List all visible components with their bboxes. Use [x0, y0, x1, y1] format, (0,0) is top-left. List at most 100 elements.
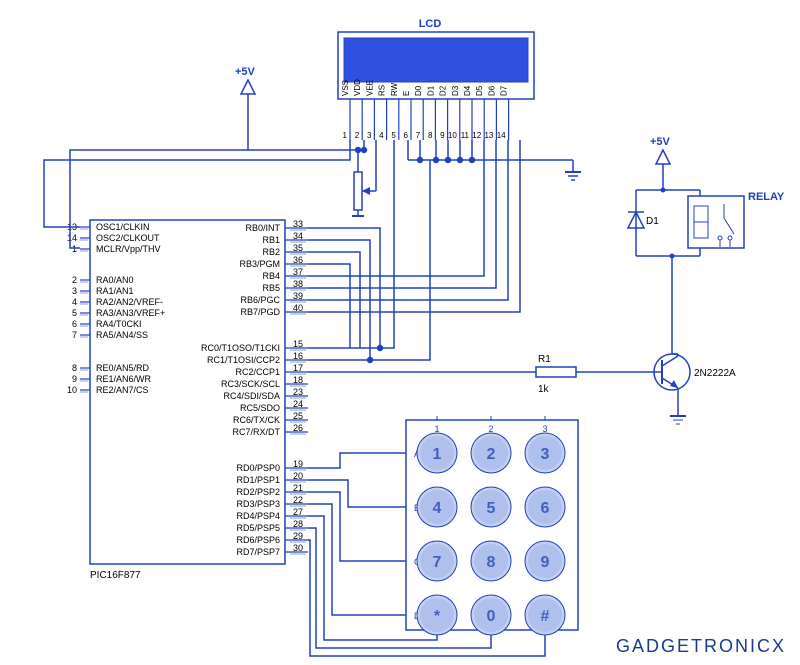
keypad-key: 7: [433, 554, 442, 571]
svg-text:D2: D2: [439, 85, 448, 96]
svg-text:RE1/AN6/WR: RE1/AN6/WR: [96, 374, 152, 384]
svg-text:RS: RS: [378, 85, 387, 96]
svg-text:RA2/AN2/VREF-: RA2/AN2/VREF-: [96, 297, 163, 307]
svg-text:RD4/PSP4: RD4/PSP4: [236, 511, 280, 521]
svg-text:3: 3: [367, 131, 372, 140]
power-label-left: +5V: [235, 66, 256, 78]
power-5v-left: +5V: [235, 66, 256, 150]
svg-text:37: 37: [293, 267, 303, 277]
svg-text:RD1/PSP1: RD1/PSP1: [236, 475, 280, 485]
svg-text:24: 24: [293, 399, 303, 409]
svg-text:20: 20: [293, 471, 303, 481]
d1-label: D1: [646, 216, 659, 227]
keypad-key: *: [434, 608, 441, 625]
diode-d1: D1: [628, 194, 659, 250]
transistor-label: 2N2222A: [694, 368, 736, 379]
brand-label: GADGETRONICX: [616, 636, 786, 656]
svg-text:RC5/SDO: RC5/SDO: [240, 403, 280, 413]
svg-text:30: 30: [293, 543, 303, 553]
svg-text:RE2/AN7/CS: RE2/AN7/CS: [96, 385, 149, 395]
svg-text:D1: D1: [426, 85, 435, 96]
svg-text:12: 12: [472, 131, 481, 140]
svg-text:8: 8: [428, 131, 433, 140]
svg-text:RD5/PSP5: RD5/PSP5: [236, 523, 280, 533]
svg-text:7: 7: [72, 330, 77, 340]
circuit-diagram: LCD VSS1VDD2VEE3RS4RW5E6D07D18D29D310D41…: [0, 0, 800, 665]
keypad-key: 2: [487, 446, 496, 463]
svg-text:RC4/SDI/SDA: RC4/SDI/SDA: [223, 391, 280, 401]
svg-text:VEE: VEE: [365, 80, 374, 96]
svg-text:4: 4: [72, 297, 77, 307]
svg-text:10: 10: [67, 385, 77, 395]
r1-value: 1k: [538, 384, 550, 395]
svg-text:40: 40: [293, 303, 303, 313]
svg-text:D7: D7: [500, 85, 509, 96]
keypad-key: 3: [541, 446, 550, 463]
svg-text:5: 5: [391, 131, 396, 140]
svg-text:6: 6: [404, 131, 409, 140]
svg-text:E: E: [402, 91, 411, 96]
keypad-key: 8: [487, 554, 496, 571]
svg-text:4: 4: [379, 131, 384, 140]
svg-text:14: 14: [497, 131, 506, 140]
svg-text:RA1/AN1: RA1/AN1: [96, 286, 134, 296]
svg-text:RB7/PGD: RB7/PGD: [240, 307, 280, 317]
svg-text:RD2/PSP2: RD2/PSP2: [236, 487, 280, 497]
keypad-key: 9: [541, 554, 550, 571]
svg-text:RC1/T1OSI/CCP2: RC1/T1OSI/CCP2: [207, 355, 280, 365]
svg-text:RW: RW: [390, 82, 399, 96]
svg-text:MCLR/Vpp/THV: MCLR/Vpp/THV: [96, 244, 161, 254]
keypad-key: 0: [487, 608, 496, 625]
svg-text:1: 1: [343, 131, 348, 140]
svg-text:D0: D0: [414, 85, 423, 96]
svg-text:RB2: RB2: [262, 247, 280, 257]
svg-text:RD0/PSP0: RD0/PSP0: [236, 463, 280, 473]
svg-text:D4: D4: [463, 85, 472, 96]
power-5v-right: +5V: [650, 136, 671, 190]
keypad-key: 4: [433, 500, 442, 517]
svg-text:39: 39: [293, 291, 303, 301]
mcu-block: PIC16F877 13OSC1/CLKIN14OSC2/CLKOUT1MCLR…: [67, 219, 308, 581]
svg-text:RB6/PGC: RB6/PGC: [240, 295, 280, 305]
svg-text:RC7/RX/DT: RC7/RX/DT: [232, 427, 280, 437]
svg-text:3: 3: [72, 286, 77, 296]
lcd-block: LCD VSS1VDD2VEE3RS4RW5E6D07D18D29D310D41…: [338, 18, 534, 140]
svg-text:36: 36: [293, 255, 303, 265]
svg-text:16: 16: [293, 351, 303, 361]
svg-text:D5: D5: [475, 85, 484, 96]
svg-text:RB1: RB1: [262, 235, 280, 245]
svg-text:38: 38: [293, 279, 303, 289]
svg-text:RA3/AN3/VREF+: RA3/AN3/VREF+: [96, 308, 165, 318]
svg-text:RA5/AN4/SS: RA5/AN4/SS: [96, 330, 148, 340]
svg-text:RA0/AN0: RA0/AN0: [96, 275, 134, 285]
svg-text:2: 2: [355, 131, 360, 140]
keypad-block: 123 ABCD 123456789*0#: [400, 416, 578, 635]
svg-text:RD3/PSP3: RD3/PSP3: [236, 499, 280, 509]
resistor-r1: R1 1k: [536, 354, 576, 395]
mcu-name: PIC16F877: [90, 570, 141, 581]
svg-text:6: 6: [72, 319, 77, 329]
svg-text:34: 34: [293, 231, 303, 241]
svg-text:14: 14: [67, 233, 77, 243]
power-label-right: +5V: [650, 136, 671, 148]
keypad-key: 5: [487, 500, 496, 517]
svg-text:19: 19: [293, 459, 303, 469]
svg-text:1: 1: [72, 244, 77, 254]
svg-text:VDD: VDD: [353, 79, 362, 96]
r1-name: R1: [538, 354, 551, 365]
svg-text:13: 13: [484, 131, 493, 140]
svg-text:27: 27: [293, 507, 303, 517]
svg-text:2: 2: [72, 275, 77, 285]
svg-text:26: 26: [293, 423, 303, 433]
svg-text:D6: D6: [487, 85, 496, 96]
svg-text:OSC2/CLKOUT: OSC2/CLKOUT: [96, 233, 160, 243]
svg-text:9: 9: [440, 131, 445, 140]
svg-text:33: 33: [293, 219, 303, 229]
keypad-key: #: [541, 608, 550, 625]
svg-text:29: 29: [293, 531, 303, 541]
svg-text:RC0/T1OSO/T1CKI: RC0/T1OSO/T1CKI: [201, 343, 280, 353]
svg-text:5: 5: [72, 308, 77, 318]
svg-text:RD7/PSP7: RD7/PSP7: [236, 547, 280, 557]
svg-text:21: 21: [293, 483, 303, 493]
svg-text:18: 18: [293, 375, 303, 385]
